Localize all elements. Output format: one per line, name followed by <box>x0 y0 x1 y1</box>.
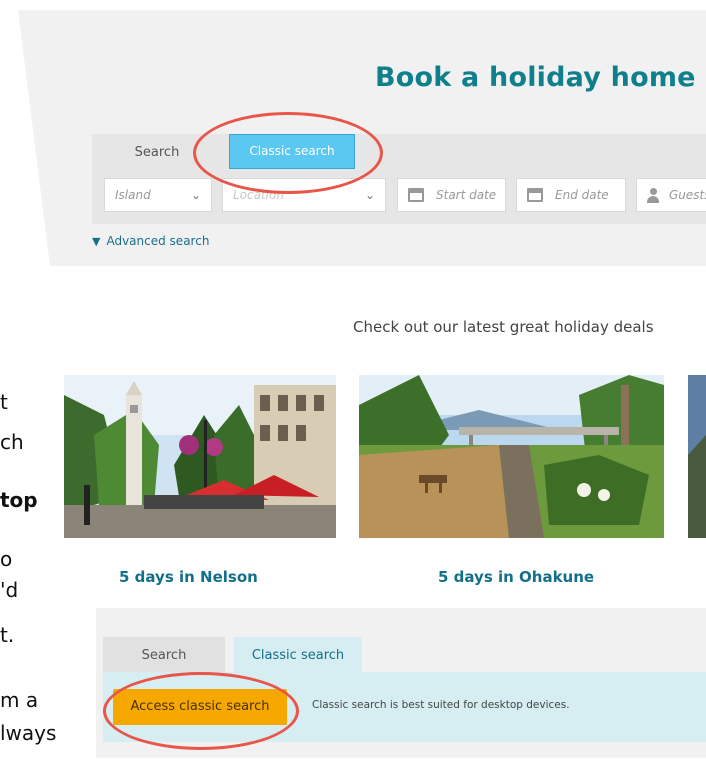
side-text-line: o <box>0 547 13 571</box>
deal-caption[interactable]: 5 days in Nelson <box>119 568 258 586</box>
tab-classic-search[interactable]: Classic search <box>229 134 355 169</box>
deal-caption[interactable]: 5 days in Ohakune <box>438 568 594 586</box>
location-select[interactable]: Location ⌄ <box>222 178 386 212</box>
cropped-mountain-image <box>688 375 706 538</box>
location-select-label: Location <box>233 188 284 202</box>
start-date-field[interactable]: Start date <box>397 178 506 212</box>
island-select-label: Island <box>115 188 151 202</box>
cropped-photo[interactable] <box>688 375 706 538</box>
end-date-field[interactable]: End date <box>516 178 626 212</box>
chevron-down-icon: ⌄ <box>364 188 375 202</box>
ohakune-park-image <box>359 375 664 538</box>
tab-search[interactable]: Search <box>103 637 225 673</box>
chevron-down-icon: ⌄ <box>190 188 201 202</box>
ohakune-photo[interactable] <box>359 375 664 538</box>
side-text-line: t. <box>0 623 15 647</box>
access-classic-search-button[interactable]: Access classic search <box>113 689 287 725</box>
island-select[interactable]: Island ⌄ <box>104 178 212 212</box>
guests-field[interactable]: Guests <box>636 178 706 212</box>
side-text-line: ch <box>0 430 24 454</box>
side-text-line: top <box>0 488 38 512</box>
nelson-photo[interactable] <box>64 375 336 538</box>
calendar-icon <box>527 188 543 202</box>
guests-placeholder: Guests <box>669 188 706 202</box>
side-text-line: t <box>0 390 8 414</box>
page-title: Book a holiday home <box>375 62 696 93</box>
calendar-icon <box>408 188 424 202</box>
person-icon <box>647 188 659 203</box>
nelson-street-image <box>64 375 336 538</box>
side-text-line: lways <box>0 721 57 745</box>
deals-heading: Check out our latest great holiday deals <box>353 318 654 336</box>
side-text-line: 'd <box>0 578 19 602</box>
advanced-search-link[interactable]: ▼ Advanced search <box>92 234 209 248</box>
classic-search-note: Classic search is best suited for deskto… <box>312 699 570 711</box>
end-date-placeholder: End date <box>555 188 609 202</box>
tab-search[interactable]: Search <box>92 134 222 170</box>
start-date-placeholder: Start date <box>436 188 497 202</box>
advanced-search-label: Advanced search <box>106 234 210 248</box>
chevron-down-icon: ▼ <box>92 235 101 248</box>
side-text-line: m a <box>0 688 39 712</box>
tab-classic-search[interactable]: Classic search <box>234 637 362 673</box>
